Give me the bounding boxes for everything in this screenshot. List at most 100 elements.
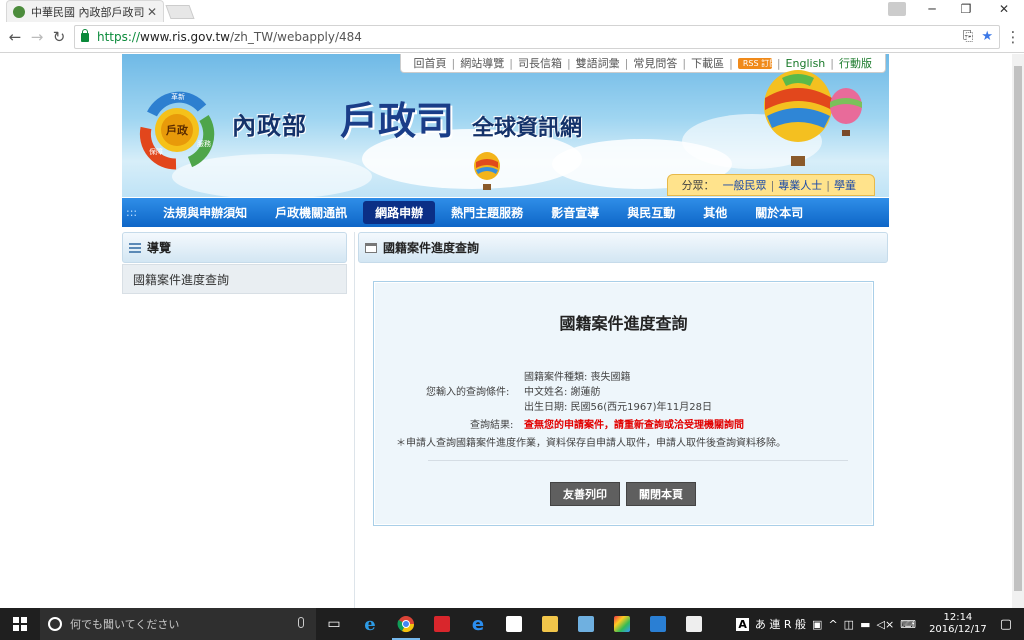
clock-time: 12:14 (943, 612, 973, 623)
calculator-icon[interactable] (676, 608, 712, 640)
result-value: 查無您的申請案件，請重新查詢或洽受理機關詢問 (524, 420, 744, 431)
svg-text:服務: 服務 (197, 139, 211, 148)
audience-children[interactable]: 學童 (830, 177, 860, 193)
site-title-dept: 內政部 (232, 112, 307, 140)
close-tab-icon[interactable]: ✕ (147, 5, 157, 19)
translate-icon[interactable]: ⎘ (963, 29, 973, 44)
main-navigation: ::: 法規與申辦須知 戶政機關通訊 網路申辦 熱門主題服務 影音宣導 與民互動… (122, 198, 889, 227)
windows-logo-icon (13, 617, 27, 631)
nav-office-directory[interactable]: 戶政機關通訊 (263, 201, 359, 224)
close-window-icon[interactable]: ✕ (994, 2, 1014, 16)
action-center-icon[interactable]: ▢ (1000, 617, 1012, 632)
nav-public-interaction[interactable]: 與民互動 (615, 201, 687, 224)
store-icon[interactable] (496, 608, 532, 640)
system-tray: A あ 連 R 般 ▣ ^ ◫ ▬ ◁× ⌨ 12:14 2016/12/17 … (733, 608, 1024, 640)
nav-online-application[interactable]: 網路申辦 (363, 201, 436, 224)
browser-toolbar: ← → ↻ https://www.ris.gov.tw/zh_TW/webap… (0, 22, 1024, 53)
url-scheme: https:// (97, 30, 141, 44)
cortana-search-box[interactable]: 何でも聞いてください (40, 608, 316, 640)
search-placeholder: 何でも聞いてください (70, 618, 180, 631)
rss-icon[interactable]: RSS 訂閱 (737, 57, 777, 69)
link-home[interactable]: 回首頁 (409, 55, 452, 71)
site-title-name: 戶政司 (340, 98, 455, 143)
edge-icon[interactable]: e (460, 608, 496, 640)
forward-arrow-icon[interactable]: → (28, 28, 46, 46)
ie-icon[interactable]: e (352, 608, 388, 640)
scrollbar-thumb[interactable] (1014, 66, 1022, 591)
clock-date: 2016/12/17 (929, 624, 987, 635)
page-scrollbar[interactable] (1012, 54, 1024, 608)
remote-desktop-icon[interactable] (640, 608, 676, 640)
keyboard-icon[interactable]: ⌨ (900, 618, 916, 631)
microphone-icon[interactable] (298, 617, 304, 628)
link-english[interactable]: English (781, 57, 831, 70)
task-view-icon[interactable]: ▭ (316, 608, 352, 640)
bookmark-star-icon[interactable]: ★ (981, 29, 993, 44)
link-bilingual-glossary[interactable]: 雙語詞彙 (571, 55, 625, 71)
list-icon (129, 242, 141, 253)
browser-tab-strip: 中華民國 內政部戶政司 全 ✕ ─ ❐ ✕ (0, 0, 1024, 22)
panel-title: 國籍案件進度查詢 (559, 314, 688, 333)
show-hidden-icons[interactable]: ^ (828, 618, 837, 631)
browser-tab[interactable]: 中華民國 內政部戶政司 全 ✕ (6, 0, 164, 22)
content-title: 國籍案件進度查詢 (383, 241, 480, 255)
nav-about[interactable]: 關於本司 (743, 201, 815, 224)
query-result-panel: 國籍案件進度查詢 國籍案件種類: 喪失國籍 您輸入的查詢條件: 中文姓名: 謝蓮… (373, 281, 874, 526)
site-favicon-icon (13, 5, 25, 18)
start-button[interactable] (0, 608, 40, 640)
site-banner: 回首頁 | 網站導覽 | 司長信箱 | 雙語詞彙 | 常見問答 | 下載區 | RSS 訂閱… (122, 54, 889, 197)
query-birthdate: 出生日期: 民國56(西元1967)年11月28日 (524, 402, 712, 413)
large-balloon-icon (764, 70, 832, 166)
image-viewer-icon[interactable] (568, 608, 604, 640)
svg-text:戶政: 戶政 (166, 123, 189, 137)
back-arrow-icon[interactable]: ← (6, 28, 24, 46)
new-tab-button[interactable] (165, 5, 195, 19)
link-mobile[interactable]: 行動版 (834, 55, 877, 71)
system-clock[interactable]: 12:14 2016/12/17 (929, 612, 987, 636)
chrome-taskbar-icon[interactable] (388, 608, 424, 640)
audience-general-public[interactable]: 一般民眾 (719, 177, 771, 193)
reload-icon[interactable]: ↻ (50, 28, 68, 46)
nav-other[interactable]: 其他 (691, 201, 739, 224)
sidebar-title: 導覽 (147, 241, 172, 255)
close-page-button[interactable]: 關閉本頁 (626, 482, 696, 506)
colorful-app-icon[interactable] (604, 608, 640, 640)
print-button[interactable]: 友善列印 (550, 482, 620, 506)
battery-icon[interactable]: ▬ (860, 618, 870, 631)
column-divider (354, 232, 355, 608)
left-sidebar: 導覽 國籍案件進度查詢 (122, 232, 347, 294)
result-label: 查詢結果: (470, 420, 514, 431)
nav-popular-services[interactable]: 熱門主題服務 (439, 201, 535, 224)
minimize-icon[interactable]: ─ (922, 2, 942, 16)
link-downloads[interactable]: 下載區 (686, 55, 729, 71)
main-content: 國籍案件進度查詢 (358, 232, 888, 263)
ime-mode-icon[interactable]: A (736, 617, 749, 631)
ris-logo[interactable]: 戶政 革新 保障 服務 (132, 84, 222, 170)
windows-taskbar: 何でも聞いてください ▭ e e A あ 連 R 般 ▣ ^ ◫ ▬ ◁× ⌨ … (0, 608, 1024, 640)
address-bar[interactable]: https://www.ris.gov.tw/zh_TW/webapply/48… (74, 25, 1000, 49)
site-title-suffix: 全球資訊網 (472, 116, 583, 141)
nav-grip-icon: ::: (126, 206, 138, 219)
link-faq[interactable]: 常見問答 (628, 55, 682, 71)
far-balloon-icon (830, 88, 862, 136)
data-retention-note: ＊申請人查詢國籍案件進度作業，資料保存自申請人取件，申請人取件後查詢資料移除。 (396, 438, 786, 449)
svg-text:革新: 革新 (171, 92, 185, 101)
ime-pad-icon[interactable]: ▣ (812, 618, 822, 631)
sidebar-item-nationality-query[interactable]: 國籍案件進度查詢 (122, 264, 347, 294)
red-app-icon[interactable] (424, 608, 460, 640)
audience-selector: 分眾： 一般民眾 | 專業人士 | 學童 (666, 174, 875, 196)
window-icon (365, 242, 377, 253)
volume-icon[interactable]: ◁× (876, 618, 894, 631)
nav-regulations[interactable]: 法規與申辦須知 (151, 201, 259, 224)
file-explorer-icon[interactable] (532, 608, 568, 640)
link-sitemap[interactable]: 網站導覽 (455, 55, 509, 71)
ime-indicator[interactable]: あ 連 R 般 (755, 616, 806, 632)
audience-professionals[interactable]: 專業人士 (774, 177, 826, 193)
chrome-menu-icon[interactable]: ⋮ (1004, 28, 1022, 46)
panel-divider (428, 460, 848, 461)
network-icon[interactable]: ◫ (844, 618, 854, 631)
restore-icon[interactable]: ❐ (956, 2, 976, 16)
nav-media[interactable]: 影音宣導 (539, 201, 611, 224)
user-profile-icon[interactable] (888, 2, 906, 16)
link-director-mailbox[interactable]: 司長信箱 (513, 55, 567, 71)
